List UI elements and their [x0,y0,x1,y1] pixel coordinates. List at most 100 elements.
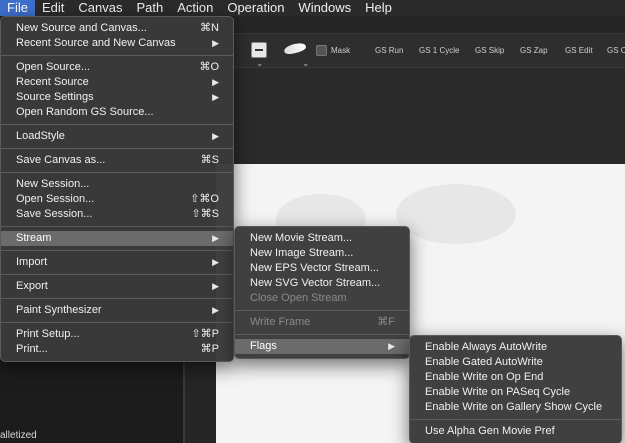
chevron-down-icon[interactable]: ⌄ [256,58,264,69]
menu-item-new-image-stream[interactable]: New Image Stream... [235,246,409,261]
menu-item-label: New Movie Stream... [250,232,353,244]
menu-item-use-alpha-gen-movie-pref[interactable]: Use Alpha Gen Movie Pref [410,424,621,439]
menu-separator [1,148,233,149]
shortcut-label: ⇧⌘S [191,208,219,220]
gs-run-button[interactable]: GS Run [375,46,403,55]
menu-item-enable-write-on-op-end[interactable]: Enable Write on Op End [410,370,621,385]
menubar-file[interactable]: File [0,0,35,16]
menubar-path[interactable]: Path [129,0,170,16]
submenu-arrow-icon: ▶ [212,305,219,315]
menu-separator [235,310,409,311]
menu-item-label: Enable Write on Gallery Show Cycle [425,401,603,413]
menu-item-write-frame: Write Frame ⌘F [235,315,409,330]
menu-item-save-canvas-as[interactable]: Save Canvas as... ⌘S [1,153,233,168]
submenu-arrow-icon: ▶ [212,131,219,141]
menu-item-enable-write-on-gallery-show-cycle[interactable]: Enable Write on Gallery Show Cycle [410,400,621,415]
menu-item-paint-synthesizer[interactable]: Paint Synthesizer ▶ [1,303,233,318]
menu-item-print[interactable]: Print... ⌘P [1,342,233,357]
submenu-arrow-icon: ▶ [212,92,219,102]
menu-item-label: New Image Stream... [250,247,354,259]
menu-separator [1,226,233,227]
menu-item-close-open-stream: Close Open Stream [235,291,409,306]
menu-item-new-source-and-canvas[interactable]: New Source and Canvas... ⌘N [1,21,233,36]
status-text: alletized [0,430,37,441]
gs-1-cycle-button[interactable]: GS 1 Cycle [419,46,459,55]
shortcut-label: ⌘P [200,343,219,355]
menu-separator [235,334,409,335]
menu-item-import[interactable]: Import ▶ [1,255,233,270]
submenu-arrow-icon: ▶ [212,77,219,87]
submenu-arrow-icon: ▶ [212,281,219,291]
file-menu: New Source and Canvas... ⌘N Recent Source … [0,16,234,362]
shortcut-label: ⌘O [199,61,219,73]
menu-item-label: Open Source... [16,61,90,73]
menu-item-enable-gated-autowrite[interactable]: Enable Gated AutoWrite [410,355,621,370]
menu-item-open-source[interactable]: Open Source... ⌘O [1,60,233,75]
menu-separator [1,124,233,125]
menu-item-label: Save Canvas as... [16,154,106,166]
menu-item-label: Close Open Stream [250,292,347,304]
menu-item-label: Print... [16,343,48,355]
menu-item-new-svg-vector-stream[interactable]: New SVG Vector Stream... [235,276,409,291]
shortcut-label: ⇧⌘O [190,193,219,205]
menu-item-label: Open Random GS Source... [16,106,154,118]
menu-separator [1,172,233,173]
shortcut-label: ⌘S [200,154,219,166]
menu-item-print-setup[interactable]: Print Setup... ⇧⌘P [1,327,233,342]
stroke-swatch-button[interactable] [251,42,267,58]
menu-item-flags[interactable]: Flags ▶ [235,339,409,354]
chevron-down-icon[interactable]: ⌄ [302,58,310,69]
menu-item-label: Enable Always AutoWrite [425,341,548,353]
menu-item-recent-source[interactable]: Recent Source ▶ [1,75,233,90]
menu-item-label: LoadStyle [16,130,65,142]
menu-item-open-random-gs-source[interactable]: Open Random GS Source... [1,105,233,120]
shortcut-label: ⇧⌘P [191,328,219,340]
menu-item-export[interactable]: Export ▶ [1,279,233,294]
menu-item-label: Stream [16,232,52,244]
menu-item-label: New Session... [16,178,90,190]
shortcut-label: ⌘N [200,22,219,34]
gs-zap-button[interactable]: GS Zap [520,46,548,55]
menu-separator [1,322,233,323]
menubar-help[interactable]: Help [358,0,399,16]
menu-separator [1,298,233,299]
window-titlebar [234,16,625,34]
menu-separator [1,55,233,56]
menubar-windows[interactable]: Windows [291,0,358,16]
menu-item-new-movie-stream[interactable]: New Movie Stream... [235,231,409,246]
menu-item-label: Open Session... [16,193,95,205]
menu-item-new-eps-vector-stream[interactable]: New EPS Vector Stream... [235,261,409,276]
menu-item-open-session[interactable]: Open Session... ⇧⌘O [1,192,233,207]
menu-item-new-session[interactable]: New Session... [1,177,233,192]
menu-item-label: Import [16,256,48,268]
menu-item-label: Print Setup... [16,328,80,340]
menu-item-label: Enable Gated AutoWrite [425,356,543,368]
menubar-operation[interactable]: Operation [220,0,291,16]
menu-item-label: Enable Write on PASeq Cycle [425,386,571,398]
gs-edit-button[interactable]: GS Edit [565,46,593,55]
menu-item-label: New Source and Canvas... [16,22,147,34]
menubar-action[interactable]: Action [170,0,220,16]
menu-item-label: Flags [250,340,277,352]
menu-item-label: Source Settings [16,91,94,103]
menu-item-label: Enable Write on Op End [425,371,544,383]
menu-item-source-settings[interactable]: Source Settings ▶ [1,90,233,105]
menubar-canvas[interactable]: Canvas [71,0,129,16]
menu-item-label: Use Alpha Gen Movie Pref [425,425,555,437]
menu-item-stream[interactable]: Stream ▶ [1,231,233,246]
menu-item-label: Recent Source [16,76,89,88]
flags-submenu: Enable Always AutoWrite Enable Gated Auto… [409,335,622,443]
menu-item-label: Save Session... [16,208,93,220]
menubar-edit[interactable]: Edit [35,0,71,16]
mask-checkbox[interactable] [316,45,327,56]
submenu-arrow-icon: ▶ [388,341,395,351]
menu-item-loadstyle[interactable]: LoadStyle ▶ [1,129,233,144]
menu-item-save-session[interactable]: Save Session... ⇧⌘S [1,207,233,222]
menu-separator [1,250,233,251]
menu-item-enable-always-autowrite[interactable]: Enable Always AutoWrite [410,340,621,355]
gs-c-button[interactable]: GS C [607,46,625,55]
menu-item-enable-write-on-paseq-cycle[interactable]: Enable Write on PASeq Cycle [410,385,621,400]
menu-item-label: Write Frame [250,316,311,328]
gs-skip-button[interactable]: GS Skip [475,46,504,55]
menu-item-recent-source-and-new-canvas[interactable]: Recent Source and New Canvas ▶ [1,36,233,51]
